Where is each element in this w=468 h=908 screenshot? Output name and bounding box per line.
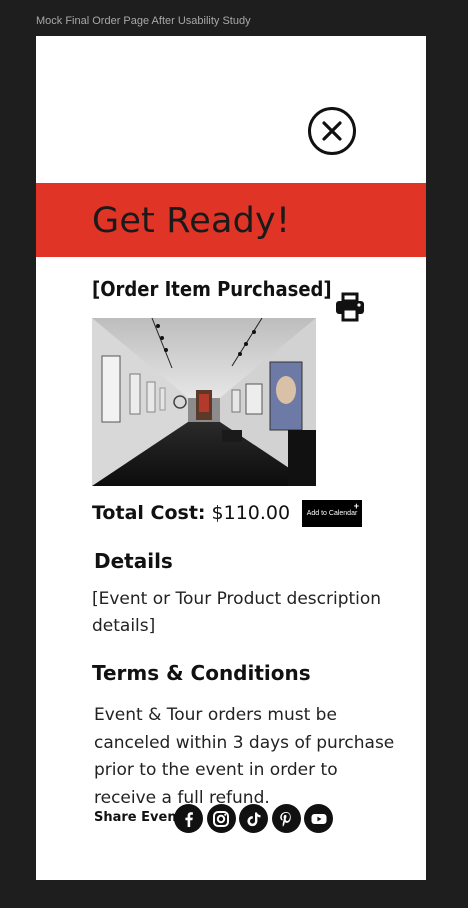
social-share-icons bbox=[174, 804, 333, 833]
share-event-label: Share Event bbox=[94, 810, 183, 825]
banner-title: Get Ready! bbox=[92, 201, 291, 241]
facebook-icon[interactable] bbox=[174, 804, 203, 833]
total-cost: Total Cost: $110.00 bbox=[92, 502, 290, 524]
instagram-icon[interactable] bbox=[206, 804, 236, 833]
tiktok-icon[interactable] bbox=[239, 804, 268, 833]
details-heading: Details bbox=[94, 549, 173, 573]
close-button[interactable] bbox=[308, 107, 356, 155]
plus-icon: + bbox=[353, 501, 359, 511]
close-icon bbox=[322, 121, 342, 141]
total-cost-value: $110.00 bbox=[211, 502, 291, 524]
terms-heading: Terms & Conditions bbox=[92, 661, 311, 685]
print-button[interactable] bbox=[334, 291, 366, 327]
add-to-calendar-label: Add to Calendar bbox=[306, 510, 358, 517]
youtube-icon[interactable] bbox=[304, 804, 333, 833]
get-ready-banner: Get Ready! bbox=[36, 183, 426, 257]
gallery-photo bbox=[92, 318, 316, 486]
details-text: [Event or Tour Product description detai… bbox=[92, 589, 382, 636]
frame-label: Mock Final Order Page After Usability St… bbox=[36, 15, 251, 27]
add-to-calendar-button[interactable]: Add to Calendar + bbox=[302, 500, 362, 527]
order-item-title: [Order Item Purchased] bbox=[92, 277, 332, 301]
printer-icon bbox=[336, 292, 364, 322]
order-confirmation-page: Get Ready! [Order Item Purchased] Total … bbox=[36, 36, 426, 880]
total-cost-label: Total Cost: bbox=[92, 502, 206, 524]
pinterest-icon[interactable] bbox=[271, 804, 301, 833]
terms-text: Event & Tour orders must be canceled wit… bbox=[94, 705, 395, 808]
